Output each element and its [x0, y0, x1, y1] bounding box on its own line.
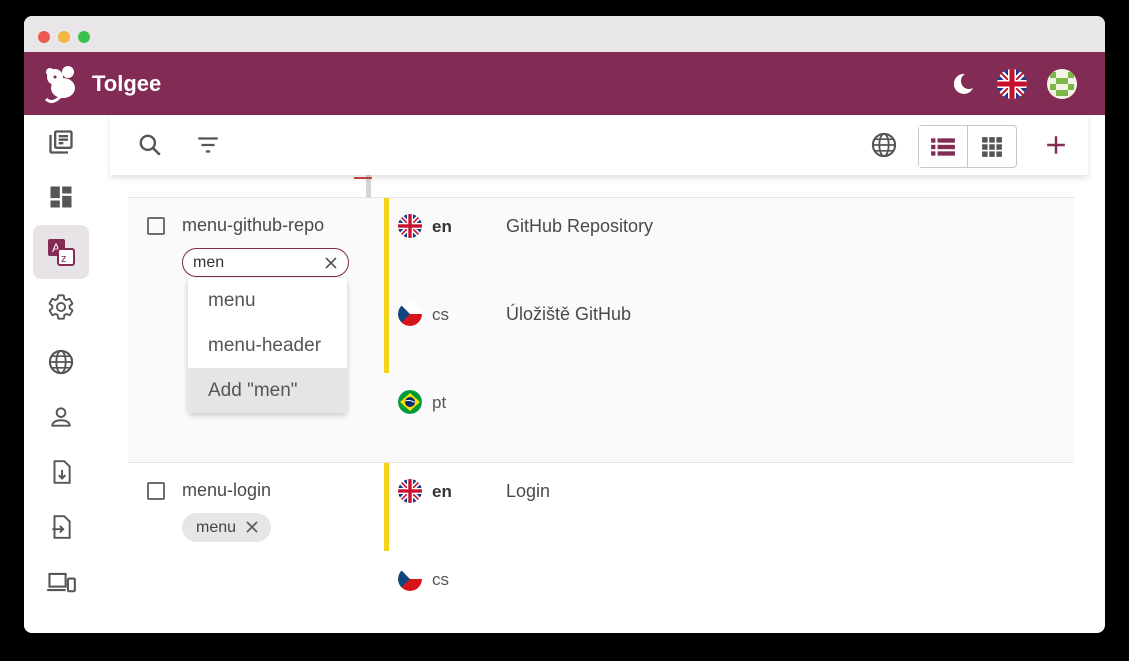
language-code: en — [432, 482, 452, 501]
filter-icon — [198, 137, 218, 153]
translation-text[interactable]: GitHub Repository — [506, 216, 653, 237]
tag-label: menu — [196, 519, 237, 536]
filter-button[interactable] — [192, 129, 224, 161]
sidebar-item-settings[interactable] — [33, 280, 89, 334]
sidebar-item-import[interactable] — [33, 445, 89, 499]
sidebar-item-translations[interactable]: A z — [33, 225, 89, 279]
file-export-icon — [52, 515, 71, 539]
add-tag-option[interactable]: Add "men" — [188, 368, 347, 413]
grid-view-button[interactable] — [968, 126, 1016, 167]
language-code: cs — [432, 305, 449, 324]
person-icon — [51, 407, 71, 427]
row-checkbox[interactable] — [147, 482, 165, 500]
tolgee-logo-icon[interactable] — [42, 61, 82, 105]
translations-list: menu-github-repo men menu menu-header Ad… — [110, 175, 1105, 633]
remove-tag-icon[interactable] — [245, 520, 259, 534]
globe-icon — [871, 132, 897, 158]
tag-input[interactable]: men — [182, 248, 349, 277]
sidebar-item-integrate[interactable] — [33, 555, 89, 609]
view-toggle — [918, 125, 1017, 168]
sidebar-item-dashboard[interactable] — [33, 170, 89, 224]
minimize-window-button[interactable] — [58, 31, 70, 43]
key-row: menu-github-repo men menu menu-header Ad… — [128, 197, 1074, 462]
search-button[interactable] — [134, 129, 166, 161]
sidebar: A z — [24, 115, 110, 633]
language-code: pt — [432, 393, 447, 412]
translations-toolbar — [110, 115, 1088, 175]
translation-state-bar[interactable] — [384, 463, 389, 551]
app-brand[interactable]: Tolgee — [92, 71, 161, 97]
grid-view-icon — [982, 136, 1002, 157]
sidebar-item-projects[interactable] — [33, 115, 89, 169]
dark-mode-toggle[interactable] — [947, 68, 979, 100]
key-name[interactable]: menu-github-repo — [182, 215, 324, 236]
czech-flag-icon — [398, 302, 422, 326]
uk-flag-icon — [398, 479, 422, 503]
scrolled-row-stub — [354, 175, 372, 179]
sidebar-item-languages[interactable] — [33, 335, 89, 389]
language-code: cs — [432, 570, 449, 589]
tag-suggestions-dropdown: menu menu-header Add "men" — [188, 278, 347, 413]
list-view-button[interactable] — [919, 126, 968, 167]
dashboard-icon — [50, 186, 72, 208]
file-import-icon — [53, 460, 71, 484]
svg-text:z: z — [61, 253, 67, 265]
add-icon — [1047, 136, 1065, 154]
search-icon — [139, 134, 161, 156]
add-key-button[interactable] — [1040, 129, 1072, 161]
globe-icon — [48, 349, 74, 375]
tag-chip[interactable]: menu — [182, 513, 271, 542]
user-avatar — [1047, 69, 1077, 99]
uk-flag-icon — [398, 214, 422, 238]
user-menu-button[interactable] — [1046, 68, 1078, 100]
brazil-flag-icon — [398, 390, 422, 414]
clear-icon[interactable] — [324, 256, 338, 270]
key-name[interactable]: menu-login — [182, 480, 271, 501]
gear-icon — [48, 294, 74, 320]
languages-select-button[interactable] — [868, 129, 900, 161]
tag-suggestion-item[interactable]: menu — [188, 278, 347, 323]
devices-icon — [47, 572, 76, 593]
uk-flag-icon — [997, 69, 1027, 99]
maximize-window-button[interactable] — [78, 31, 90, 43]
language-switcher[interactable] — [996, 68, 1028, 100]
list-view-icon — [931, 137, 955, 156]
close-window-button[interactable] — [38, 31, 50, 43]
language-code: en — [432, 217, 452, 236]
tag-suggestion-item[interactable]: menu-header — [188, 323, 347, 368]
translation-text[interactable]: Login — [506, 481, 550, 502]
sidebar-item-members[interactable] — [33, 390, 89, 444]
translation-text[interactable]: Úložiště GitHub — [506, 304, 631, 325]
czech-flag-icon — [398, 567, 422, 591]
moon-icon — [953, 73, 973, 94]
key-row: menu-login menu en Login cs — [128, 462, 1074, 633]
translations-icon: A z — [48, 239, 75, 266]
tag-input-value[interactable]: men — [193, 254, 224, 272]
row-checkbox[interactable] — [147, 217, 165, 235]
app-window: Tolgee A z menu-github-repo men menu men… — [24, 16, 1105, 633]
app-header: Tolgee — [24, 52, 1105, 115]
translation-state-bar[interactable] — [384, 198, 389, 373]
sidebar-item-export[interactable] — [33, 500, 89, 554]
projects-icon — [49, 130, 73, 154]
window-titlebar — [24, 16, 1105, 52]
